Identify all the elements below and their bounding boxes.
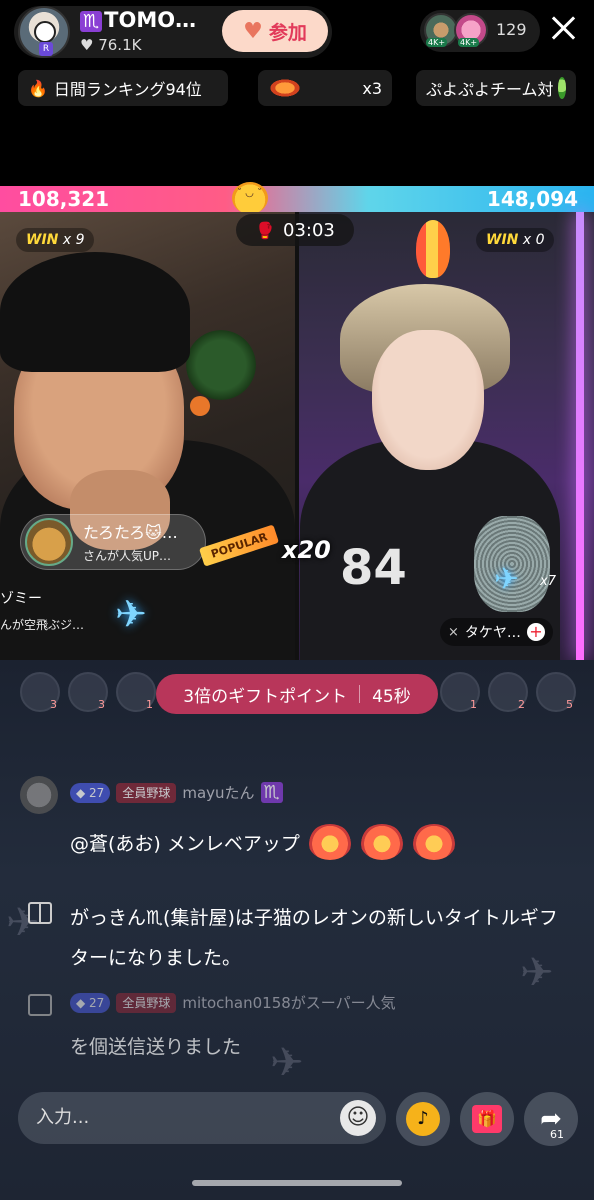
gift-point-banner[interactable]: 3倍のギフトポイント 45秒 [156,674,438,714]
heart-plus-icon: ♥ [243,18,263,44]
level-badge: ◆ 27 [70,782,111,803]
gift-multiplier-text: x3 [362,78,382,98]
battle-timer: 🥊 03:03 [236,214,354,246]
emoji-icon[interactable]: ☺ [340,1100,376,1136]
win-count-right: WIN x 0 [476,228,555,252]
gift-banner-label: 3倍のギフトポイント [183,686,348,707]
host-avatar[interactable]: R [18,6,70,58]
gift-button[interactable]: 🎁 [460,1092,514,1146]
popup-user-name: ゾミー [0,591,42,607]
team-badge: 全員野球 [116,782,177,803]
ranking-chip[interactable]: 🔥 日間ランキング94位 [18,70,228,106]
viewers-pill[interactable]: 4K+ 4K+ 129 [420,10,540,52]
flame-icon: 🔥 [28,78,48,98]
zodiac-icon: ♏ [260,782,283,803]
popup-user-sub: んが空飛ぶジ… [0,618,85,632]
win-label: WIN [26,232,59,248]
host-likes: ♥ 76.1K [80,36,142,54]
gift-sender-popup-2: ゾミー んが空飛ぶジ… [0,588,84,633]
comment-input[interactable]: 入力... [18,1092,386,1144]
balloon-effect-icon [416,220,450,278]
right-streamer-face [372,330,484,470]
gift-icon: 🎁 [472,1105,502,1133]
zodiac-icon: ♏ [80,11,103,32]
plant-background [186,330,256,400]
gift-multiplier-chip[interactable]: x3 [258,70,392,106]
chat-message: @蒼(あお) メンレベアップ [70,824,456,860]
music-button[interactable]: ♪ [396,1092,450,1146]
viewer-tag: 4K+ [426,38,448,47]
timer-text: 03:03 [283,219,335,241]
chat-message-text: を個送信送りました [70,1036,242,1058]
follow-plus-icon[interactable]: + [526,623,545,641]
opponent-name-pill[interactable]: × タケヤ… + [440,618,553,646]
join-label: 参加 [268,21,307,44]
puyo-icon [557,77,566,99]
opponent-name: タケヤ… [464,625,521,641]
neon-light [576,212,584,660]
puyo-emote-icon [307,824,352,860]
lamp-background [190,396,210,416]
viewer-count: 129 [496,20,527,39]
win-count: x 0 [522,232,545,248]
chat-message-text: @蒼(あお) メンレベアップ [70,832,300,855]
pane-divider [295,212,299,660]
gifter-rank: 5 [566,698,573,711]
jet-gift-icon: ✈ [494,562,520,597]
gifter-rank: 1 [146,698,153,711]
puyo-emote-icon [359,824,404,860]
gift-banner-countdown: 45秒 [372,686,411,707]
level-value: 27 [89,995,105,1010]
level-badge: ◆ 27 [70,992,111,1013]
gift-count: x7 [540,574,556,589]
gift-sender-popup[interactable]: たろたろ🐱… さんが人気UP… [20,514,206,570]
score-left: 108,321 [18,187,110,211]
background-jet-icon: ✈ [270,1040,304,1086]
battle-mascot-icon [232,182,268,214]
win-label: WIN [486,232,519,248]
gift-box-icon [28,902,52,924]
planet-icon [268,78,302,98]
home-indicator[interactable] [192,1180,402,1186]
ranking-text: 日間ランキング94位 [53,80,202,99]
team-chip[interactable]: ぷよぷよチーム対 [416,70,576,106]
chat-meta: ◆ 27 全員野球 mitochan0158がスーパー人気 [70,992,396,1013]
score-right: 148,094 [486,187,578,211]
avatar-badge-icon: R [39,42,53,56]
win-count-left: WIN x 9 [16,228,95,252]
viewer-tag: 4K+ [458,38,480,47]
combo-multiplier: x20 [282,536,331,564]
puyo-emote-icon [411,824,456,860]
jersey-number: 84 [340,540,407,596]
chat-username[interactable]: mayuたん [182,782,254,803]
boxing-gloves-icon: 🥊 [255,220,276,240]
chat-meta: ◆ 27 全員野球 mayuたん ♏ [70,782,285,803]
divider [359,685,361,703]
chat-username[interactable]: mitochan0158がスーパー人気 [182,992,395,1013]
gifter-rank: 1 [470,698,477,711]
gifter-rank: 3 [50,698,57,711]
level-value: 27 [89,785,105,800]
close-icon[interactable] [550,14,578,42]
share-count: 61 [550,1128,564,1141]
team-badge: 全員野球 [116,992,177,1013]
host-name-text: TOMO… [104,8,197,32]
music-note-icon: ♪ [406,1102,440,1136]
avatar-face [34,21,56,43]
gifter-rank: 3 [98,698,105,711]
cat-avatar [25,518,73,566]
system-message: がっきん♏(集計屋)は子猫のレオンの新しいタイトルギフターになりました。 [70,907,558,969]
popup-user-sub: さんが人気UP… [83,549,172,563]
win-count: x 9 [62,232,85,248]
gift-box-icon [28,994,52,1016]
host-name: ♏ TOMO… [80,8,196,32]
gifter-rank: 2 [518,698,525,711]
popup-user-name: たろたろ🐱… [83,523,178,542]
chat-avatar[interactable] [20,776,58,814]
left-streamer-cap [0,252,190,372]
mute-icon: × [448,624,459,640]
join-button[interactable]: ♥ 参加 [222,10,328,52]
team-text: ぷよぷよチーム対 [426,80,554,99]
jet-gift-icon: ✈ [115,592,147,636]
